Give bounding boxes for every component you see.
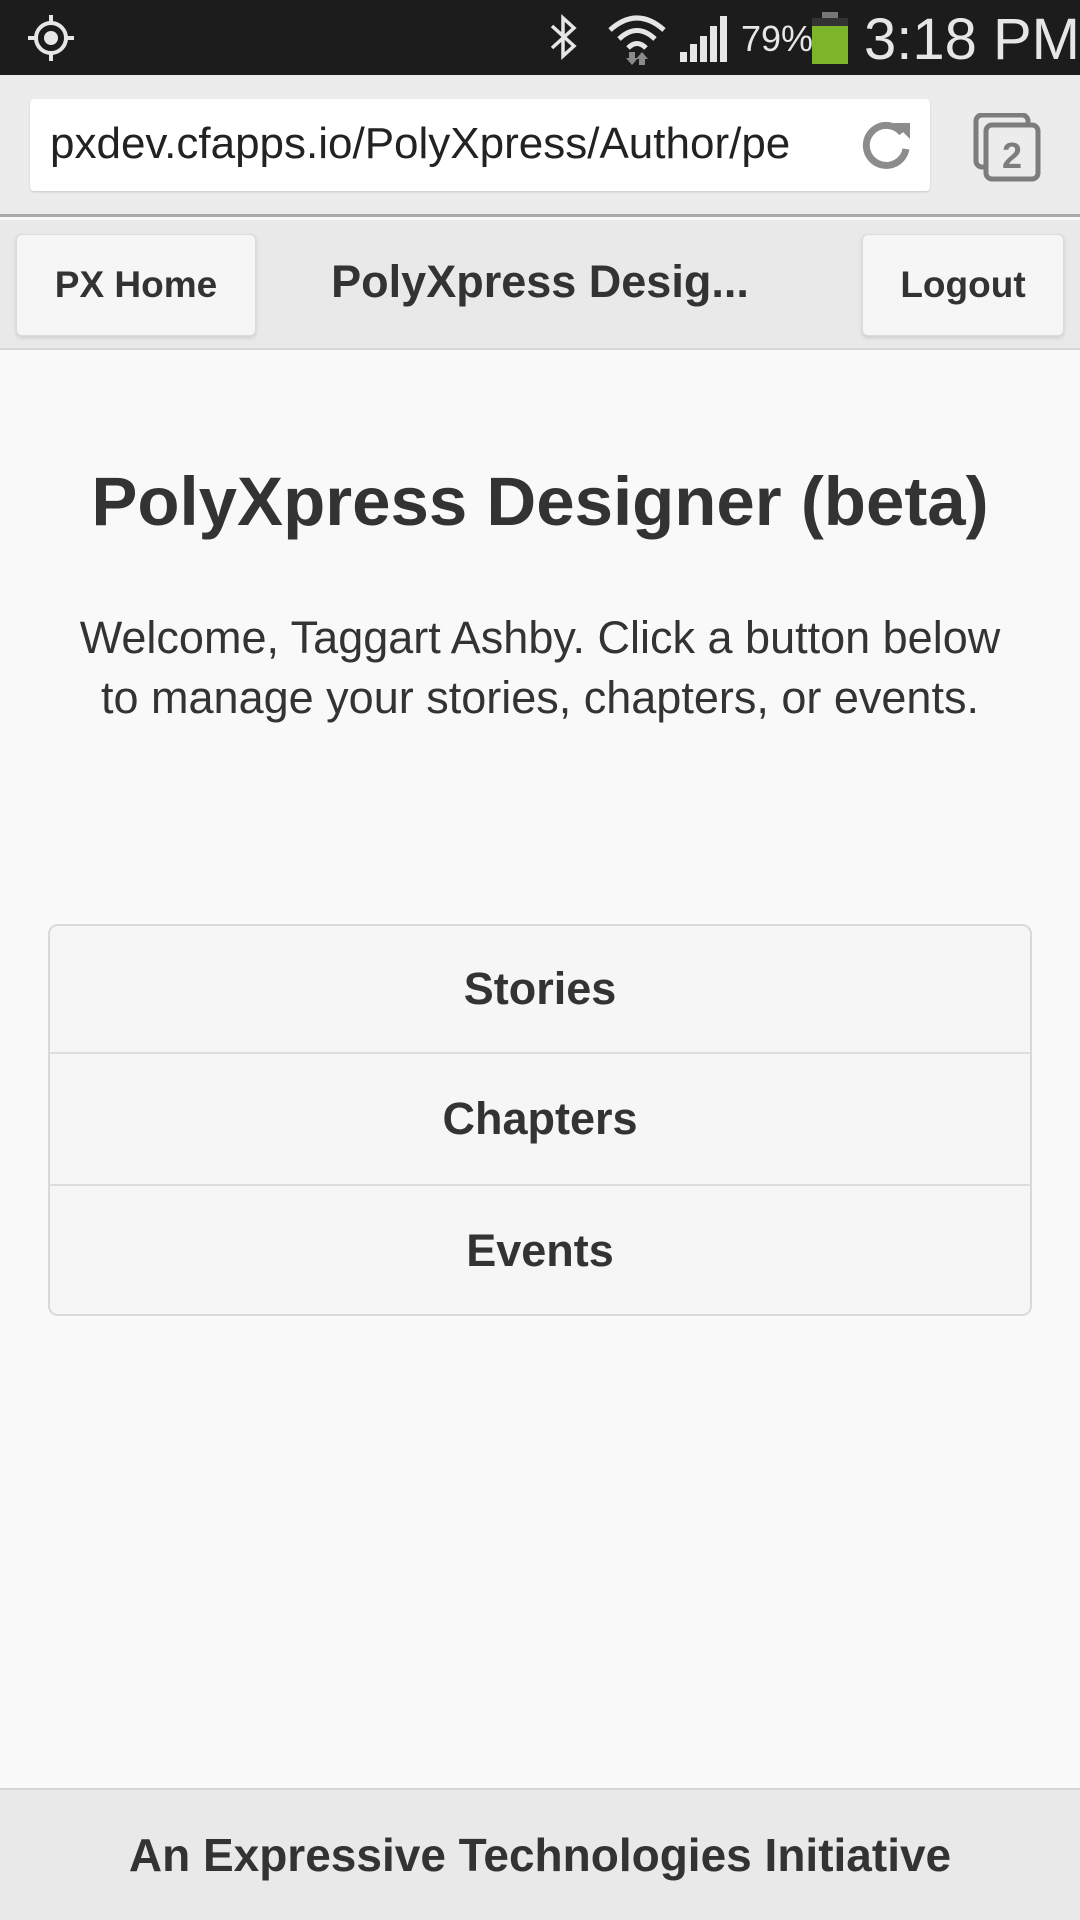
tab-count: 2	[1002, 135, 1022, 176]
url-bar[interactable]: pxdev.cfapps.io/PolyXpress/Author/pe	[30, 99, 930, 191]
browser-toolbar: pxdev.cfapps.io/PolyXpress/Author/pe 2	[0, 75, 1080, 217]
logout-button[interactable]: Logout	[862, 234, 1064, 336]
url-text[interactable]: pxdev.cfapps.io/PolyXpress/Author/pe	[50, 119, 860, 175]
page-title: PolyXpress Designer (beta)	[91, 463, 989, 540]
bluetooth-icon	[550, 14, 577, 60]
welcome-text: Welcome, Taggart Ashby. Click a button b…	[79, 612, 1001, 723]
chapters-button[interactable]: Chapters	[50, 1054, 1030, 1186]
header-title: PolyXpress Desig...	[331, 256, 749, 307]
status-bar: 79% 3:18 PM	[0, 0, 1080, 75]
app-header: PX Home PolyXpress Desig... Logout	[0, 220, 1080, 350]
footer: An Expressive Technologies Initiative	[0, 1788, 1080, 1920]
clock: 3:18 PM	[864, 7, 1080, 72]
battery-percent: 79%	[741, 18, 814, 59]
events-button[interactable]: Events	[50, 1186, 1030, 1314]
signal-icon	[680, 16, 727, 62]
menu-list: Stories Chapters Events	[48, 924, 1032, 1316]
location-icon	[28, 15, 74, 61]
tabs-icon[interactable]: 2	[972, 113, 1042, 183]
wifi-icon	[608, 15, 666, 65]
px-home-button[interactable]: PX Home	[16, 234, 256, 336]
reload-icon[interactable]	[856, 115, 916, 175]
battery-icon	[812, 12, 848, 64]
stories-button[interactable]: Stories	[50, 926, 1030, 1054]
